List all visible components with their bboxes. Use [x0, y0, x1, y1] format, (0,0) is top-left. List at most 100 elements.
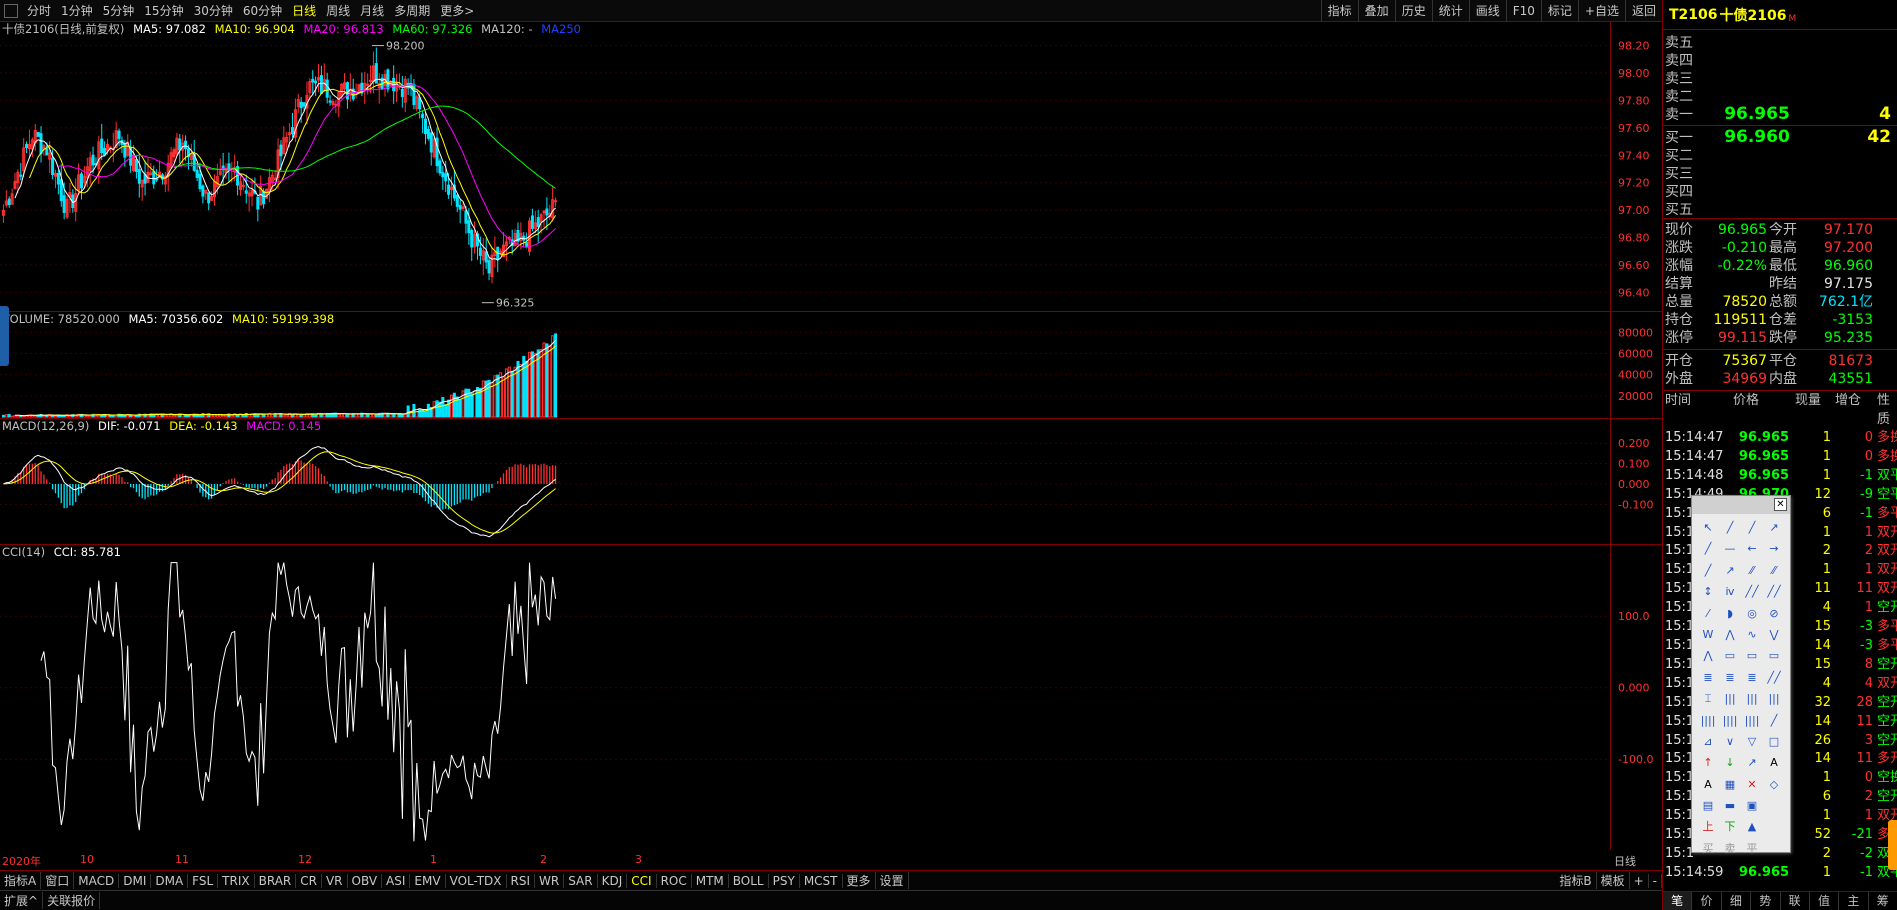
- draw-tool-icon[interactable]: ⌶: [1697, 688, 1719, 709]
- indicator-tab[interactable]: 更多: [843, 872, 876, 889]
- macd-chart[interactable]: 0.200 0.100 0.000 -0.100: [0, 419, 1662, 545]
- draw-tool-icon[interactable]: [1763, 795, 1785, 816]
- draw-tool-icon[interactable]: ◗: [1719, 603, 1741, 624]
- indicator-right-button[interactable]: +: [1630, 873, 1649, 888]
- draw-tool-icon[interactable]: ⁄: [1697, 603, 1719, 624]
- period-daily[interactable]: 日线: [287, 0, 321, 22]
- bid-row[interactable]: 买五: [1663, 200, 1897, 218]
- draw-tool-icon[interactable]: ↖: [1697, 517, 1719, 538]
- quote-tab[interactable]: 细: [1722, 892, 1752, 910]
- draw-tool-icon[interactable]: ⋁: [1763, 624, 1785, 645]
- quote-tab[interactable]: 价: [1692, 892, 1722, 910]
- back-button[interactable]: 返回: [1624, 0, 1662, 22]
- statistics-button[interactable]: 统计: [1431, 0, 1469, 22]
- draw-line-button[interactable]: 画线: [1468, 0, 1506, 22]
- volume-pane[interactable]: VOLUME: 78520.000 MA5: 70356.602 MA10: 5…: [0, 312, 1662, 419]
- quote-tab[interactable]: 筹: [1869, 892, 1897, 910]
- indicator-tab[interactable]: VR: [322, 873, 348, 888]
- ask-row[interactable]: 卖二: [1663, 87, 1897, 105]
- draw-tool-icon[interactable]: ▭: [1763, 645, 1785, 666]
- indicator-tab[interactable]: OBV: [348, 873, 383, 888]
- draw-tool-icon[interactable]: ╱: [1697, 560, 1719, 581]
- draw-tool-icon[interactable]: W: [1697, 624, 1719, 645]
- draw-tool-icon[interactable]: →: [1763, 538, 1785, 559]
- indicator-tab[interactable]: MCST: [800, 873, 843, 888]
- draw-tool-icon[interactable]: ▬: [1719, 795, 1741, 816]
- ask-row[interactable]: 卖五: [1663, 33, 1897, 51]
- draw-tool-icon[interactable]: ▲: [1741, 816, 1763, 837]
- toolbox-titlebar[interactable]: ✕: [1692, 496, 1790, 514]
- indicator-tab[interactable]: MACD: [74, 873, 120, 888]
- quote-tab[interactable]: 势: [1751, 892, 1781, 910]
- draw-tool-icon[interactable]: ✕: [1741, 774, 1763, 795]
- draw-tool-icon[interactable]: ⅳ: [1719, 581, 1741, 602]
- draw-tool-icon[interactable]: ╱: [1697, 538, 1719, 559]
- indicator-tab[interactable]: 设置: [876, 872, 909, 889]
- quote-tab[interactable]: 联: [1781, 892, 1810, 910]
- bid-row[interactable]: 买四: [1663, 182, 1897, 200]
- draw-tool-icon[interactable]: A: [1763, 752, 1785, 773]
- draw-tool-icon[interactable]: |||: [1741, 688, 1763, 709]
- draw-tool-icon[interactable]: A: [1697, 774, 1719, 795]
- draw-tool-icon[interactable]: —: [1719, 538, 1741, 559]
- draw-tool-icon[interactable]: ||||: [1741, 710, 1763, 731]
- draw-tool-icon[interactable]: ↑: [1697, 752, 1719, 773]
- mark-button[interactable]: 标记: [1540, 0, 1578, 22]
- period-multi[interactable]: 多周期: [389, 0, 435, 22]
- draw-tool-icon[interactable]: ∨: [1719, 731, 1741, 752]
- draw-tool-icon[interactable]: ||||: [1697, 710, 1719, 731]
- indicator-tab[interactable]: EMV: [410, 873, 446, 888]
- quote-tab[interactable]: 笔: [1663, 892, 1693, 910]
- bid-row[interactable]: 买一 96.960 42: [1663, 127, 1897, 147]
- draw-tool-icon[interactable]: ≣: [1741, 667, 1763, 688]
- left-panel-handle[interactable]: [0, 306, 9, 366]
- draw-tool-icon[interactable]: ↕: [1697, 581, 1719, 602]
- draw-tool-icon[interactable]: ▦: [1719, 774, 1741, 795]
- draw-tool-label[interactable]: 卖: [1719, 838, 1741, 859]
- draw-tool-icon[interactable]: ▽: [1741, 731, 1763, 752]
- draw-tool-icon[interactable]: ▭: [1719, 645, 1741, 666]
- quote-tab[interactable]: 主: [1839, 892, 1869, 910]
- draw-tool-icon[interactable]: ╱: [1741, 517, 1763, 538]
- related-quotes-button[interactable]: 关联报价: [43, 892, 101, 909]
- draw-tool-icon[interactable]: ⁄⁄: [1763, 560, 1785, 581]
- indicator-tab[interactable]: ROC: [657, 873, 692, 888]
- draw-tool-icon[interactable]: ↗: [1719, 560, 1741, 581]
- draw-tool-icon[interactable]: [1763, 816, 1785, 837]
- draw-tool-icon[interactable]: ↗: [1763, 517, 1785, 538]
- draw-tool-icon[interactable]: ◎: [1741, 603, 1763, 624]
- indicator-tab[interactable]: FSL: [188, 873, 219, 888]
- indicator-tab[interactable]: CR: [296, 873, 322, 888]
- add-watchlist-button[interactable]: +自选: [1577, 0, 1625, 22]
- macd-pane[interactable]: MACD(12,26,9) DIF: -0.071 DEA: -0.143 MA…: [0, 419, 1662, 545]
- draw-tool-label[interactable]: 买: [1697, 838, 1719, 859]
- indicator-tab[interactable]: SAR: [564, 873, 598, 888]
- draw-tool-icon[interactable]: |||: [1719, 688, 1741, 709]
- indicator-tab[interactable]: VOL-TDX: [446, 873, 507, 888]
- period-more[interactable]: 更多>: [435, 0, 479, 22]
- draw-tool-icon[interactable]: 下: [1719, 816, 1741, 837]
- draw-tool-icon[interactable]: ╱╱: [1763, 667, 1785, 688]
- draw-tool-icon[interactable]: ⊿: [1697, 731, 1719, 752]
- draw-tool-icon[interactable]: ◇: [1763, 774, 1785, 795]
- indicator-tab[interactable]: TRIX: [218, 873, 255, 888]
- period-30min[interactable]: 30分钟: [189, 0, 238, 22]
- indicator-button[interactable]: 指标: [1320, 0, 1358, 22]
- indicator-tab[interactable]: DMI: [119, 873, 152, 888]
- draw-tool-icon[interactable]: ||||: [1719, 710, 1741, 731]
- draw-tool-icon[interactable]: ╱: [1763, 710, 1785, 731]
- period-60min[interactable]: 60分钟: [238, 0, 287, 22]
- overlay-button[interactable]: 叠加: [1357, 0, 1395, 22]
- indicator-tab[interactable]: KDJ: [598, 873, 628, 888]
- draw-tool-icon[interactable]: ╱╱: [1763, 581, 1785, 602]
- draw-tool-icon[interactable]: ≣: [1697, 667, 1719, 688]
- extend-button[interactable]: 扩展^: [0, 892, 44, 909]
- draw-tool-icon[interactable]: |||: [1763, 688, 1785, 709]
- draw-tool-icon[interactable]: ↗: [1741, 752, 1763, 773]
- period-monthly[interactable]: 月线: [355, 0, 389, 22]
- bid-row[interactable]: 买三: [1663, 164, 1897, 182]
- indicator-tab[interactable]: ASI: [382, 873, 411, 888]
- draw-tool-label[interactable]: 平: [1741, 838, 1763, 859]
- draw-tool-icon[interactable]: 上: [1697, 816, 1719, 837]
- indicator-right-button[interactable]: -: [1649, 873, 1662, 888]
